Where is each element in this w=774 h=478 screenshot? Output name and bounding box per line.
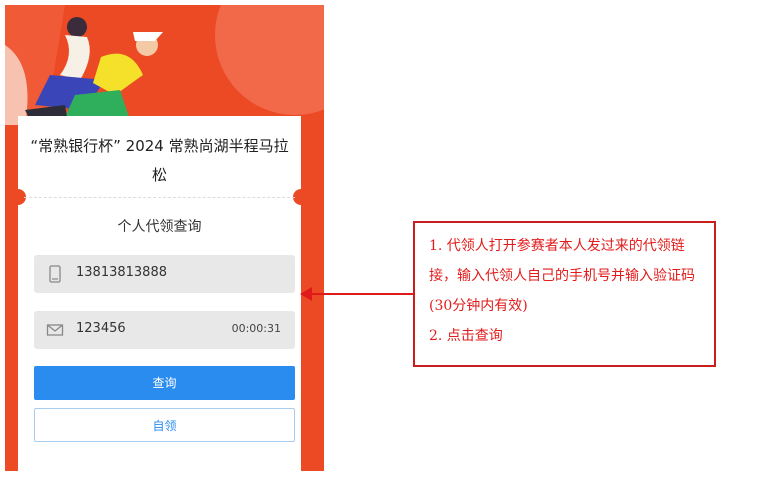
mobile-screen: “常熟银行杯” 2024 常熟尚湖半程马拉松 个人代领查询 1381381388… [5, 5, 324, 471]
resend-countdown: 00:00:31 [231, 322, 281, 335]
phone-field[interactable]: 13813813888 [34, 255, 295, 293]
event-title: “常熟银行杯” 2024 常熟尚湖半程马拉松 [30, 137, 289, 184]
annotation-arrow-line [308, 293, 414, 295]
phone-input-value[interactable]: 13813813888 [76, 265, 167, 280]
divider [24, 197, 295, 198]
annotation-box: 1. 代领人打开参赛者本人发过来的代领链接，输入代领人自己的手机号并输入验证码(… [413, 221, 716, 367]
ticket-notch-right [293, 189, 309, 205]
annotation-step-2: 2. 点击查询 [429, 328, 503, 344]
annotation-arrow-head [300, 287, 312, 301]
query-button[interactable]: 查询 [34, 366, 295, 400]
code-input-value[interactable]: 123456 [76, 321, 126, 336]
hero-illustration [5, 5, 324, 125]
mail-icon [46, 324, 64, 336]
self-claim-button[interactable]: 自领 [34, 408, 295, 442]
verification-code-field[interactable]: 123456 00:00:31 [34, 311, 295, 349]
phone-icon [49, 265, 61, 283]
annotation-step-1: 1. 代领人打开参赛者本人发过来的代领链接，输入代领人自己的手机号并输入验证码(… [429, 238, 695, 314]
query-card: “常熟银行杯” 2024 常熟尚湖半程马拉松 个人代领查询 1381381388… [10, 116, 309, 471]
page-subtitle: 个人代领查询 [117, 219, 202, 235]
